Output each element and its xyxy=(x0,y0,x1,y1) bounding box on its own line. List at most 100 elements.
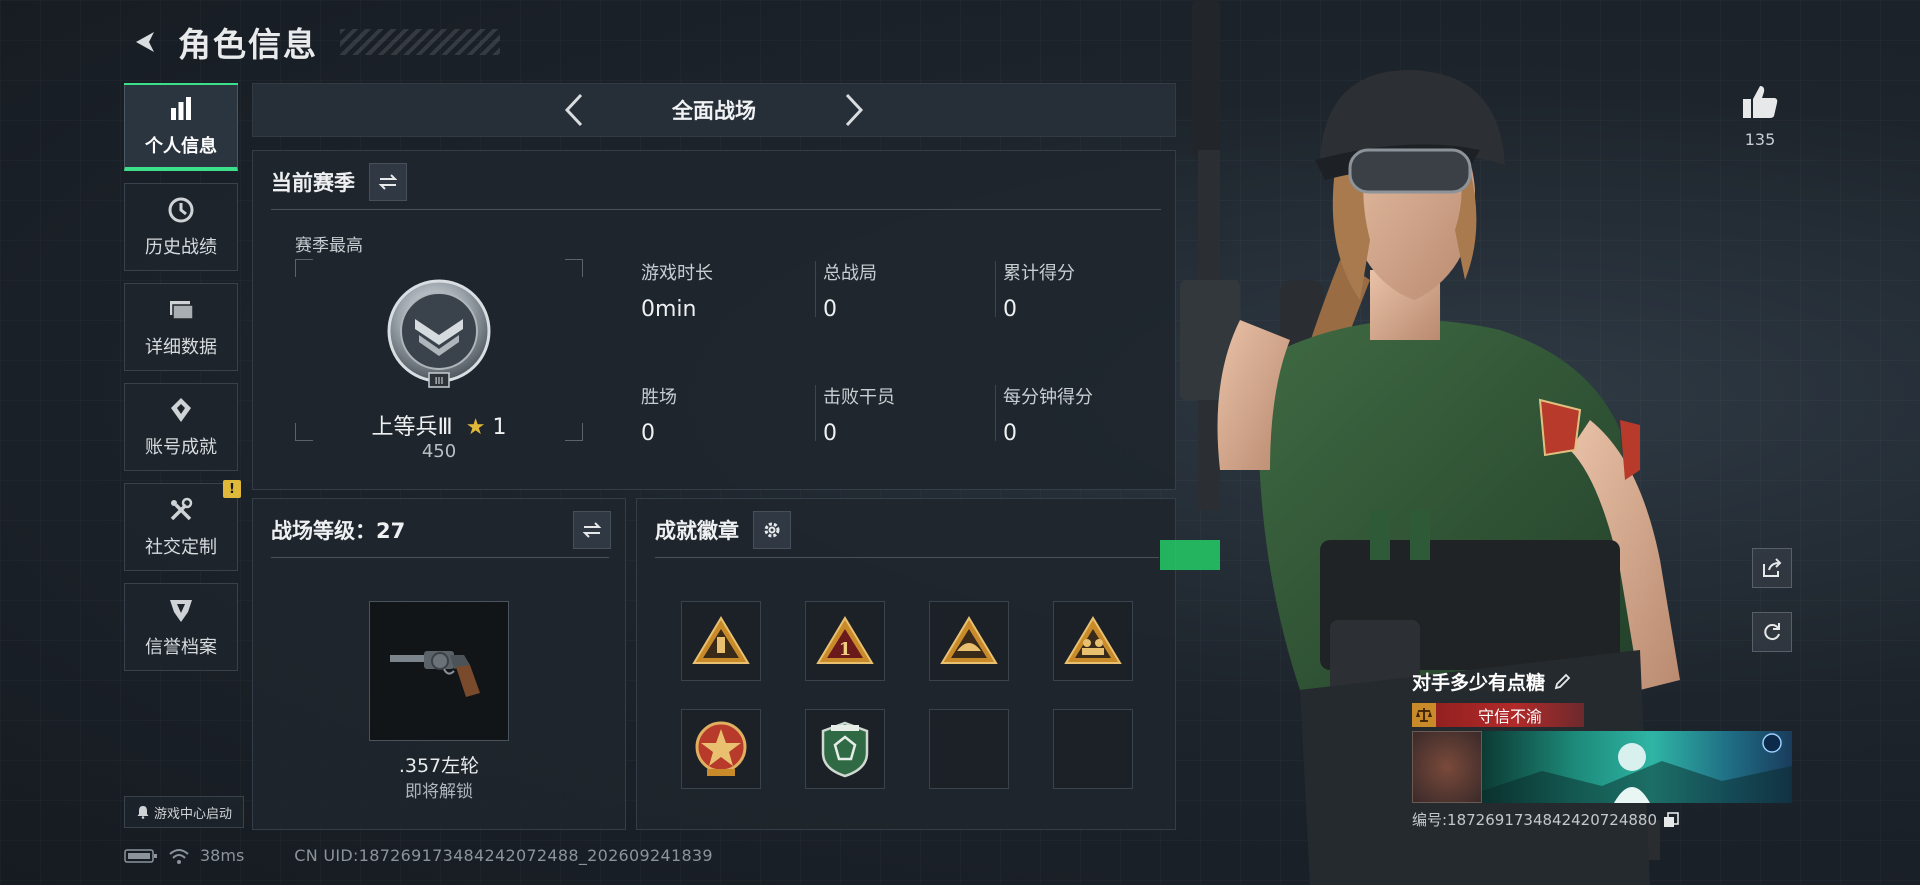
player-title-text: 守信不渝 xyxy=(1477,707,1542,726)
share-button[interactable] xyxy=(1752,548,1792,588)
sidebar-item-credit-record[interactable]: 信誉档案 xyxy=(124,583,238,671)
sidebar-item-label: 信誉档案 xyxy=(145,637,217,658)
frame-corner xyxy=(565,259,583,277)
clock-icon xyxy=(168,197,194,223)
season-panel: 当前赛季 赛季最高 III 上等兵Ⅲ ★ 1 450 游戏时长 0min 总战局… xyxy=(252,150,1176,490)
mode-next-button[interactable] xyxy=(834,90,874,130)
player-banner[interactable] xyxy=(1412,731,1792,803)
achievement-icon xyxy=(171,398,191,422)
stat-separator xyxy=(995,385,996,441)
thumbs-up-icon xyxy=(1743,86,1778,118)
mode-title: 全面战场 xyxy=(672,99,756,123)
player-title-badge[interactable]: 守信不渝 xyxy=(1412,703,1584,727)
stat-total-matches: 总战局 0 xyxy=(823,259,993,322)
season-panel-title: 当前赛季 xyxy=(271,171,355,195)
stat-label: 游戏时长 xyxy=(641,263,713,284)
player-name-row: 对手多少有点糖 xyxy=(1412,668,1792,695)
stat-separator xyxy=(995,261,996,317)
page-title: 角色信息 xyxy=(178,25,318,64)
sidebar-item-achievements[interactable]: 账号成就 xyxy=(124,383,238,471)
player-avatar xyxy=(1412,731,1482,803)
wifi-icon xyxy=(169,848,189,864)
stat-play-time: 游戏时长 0min xyxy=(641,259,811,322)
mode-prev-button[interactable] xyxy=(554,90,594,130)
badge-green-shield-icon xyxy=(821,721,869,778)
weapon-status: 即将解锁 xyxy=(405,782,473,802)
badge-number-one-icon: 1 xyxy=(816,616,874,664)
level-switch-button[interactable] xyxy=(573,511,611,549)
uid-text: CN UID:18726917348424207​2488_2026092418… xyxy=(294,846,713,865)
sidebar-item-personal-info[interactable]: 个人信息 xyxy=(124,83,238,171)
status-bar: 38ms CN UID:18726917348424207​2488_20260… xyxy=(124,846,713,865)
game-center-launch-button[interactable]: 游戏中心启动 xyxy=(124,796,244,828)
stat-separator xyxy=(815,261,816,317)
weapon-unlock-slot[interactable] xyxy=(369,601,509,741)
badge-slot-3[interactable] xyxy=(929,601,1009,681)
sidebar-item-label: 详细数据 xyxy=(145,337,217,358)
swap-icon xyxy=(378,174,398,190)
badge-slot-6[interactable] xyxy=(805,709,885,789)
sidebar-item-history[interactable]: 历史战绩 xyxy=(124,183,238,271)
refresh-icon xyxy=(1764,623,1780,641)
sidebar-item-label: 账号成就 xyxy=(145,437,217,458)
star-icon: ★ xyxy=(465,415,486,440)
frame-corner xyxy=(295,259,313,277)
refresh-button[interactable] xyxy=(1752,612,1792,652)
badge-settings-button[interactable] xyxy=(753,511,791,549)
season-divider xyxy=(271,209,1161,210)
chevron-left-icon xyxy=(564,93,583,127)
mode-selector: 全面战场 xyxy=(252,83,1176,137)
gear-icon xyxy=(764,522,780,538)
level-panel-header: 战场等级：27 xyxy=(271,511,611,549)
rank-emblem-icon: III xyxy=(387,279,491,388)
share-icon xyxy=(1763,558,1782,577)
player-card: 对手多少有点糖 守信不渝 编号:1872691734842420724880 xyxy=(1412,668,1792,830)
like-button[interactable] xyxy=(1736,78,1784,126)
badge-panel-title: 成就徽章 xyxy=(655,519,739,543)
achievement-badge-panel: 成就徽章 1 xyxy=(636,498,1176,830)
player-id-row: 编号:1872691734842420724880 xyxy=(1412,809,1792,830)
sidebar-item-detail-data[interactable]: 详细数据 xyxy=(124,283,238,371)
bar-chart-icon xyxy=(171,96,191,120)
stat-kills: 击败干员 0 xyxy=(823,383,993,446)
svg-text:1: 1 xyxy=(839,639,852,660)
battery-icon xyxy=(124,848,157,863)
copy-icon[interactable] xyxy=(1663,811,1679,828)
back-button[interactable] xyxy=(124,22,164,62)
player-id: 编号:1872691734842420724880 xyxy=(1412,811,1658,829)
badge-slot-2[interactable]: 1 xyxy=(805,601,885,681)
stat-separator xyxy=(815,385,816,441)
stat-wins: 胜场 0 xyxy=(641,383,811,446)
badge-squad-icon xyxy=(1064,616,1122,664)
season-switch-button[interactable] xyxy=(369,163,407,201)
badge-slot-1[interactable] xyxy=(681,601,761,681)
sidebar: 个人信息 历史战绩 详细数据 账号成就 社交定制 ! 信誉档案 xyxy=(124,83,241,683)
ping-value: 38ms xyxy=(200,846,245,865)
back-arrow-icon xyxy=(136,32,154,52)
stat-value: 0 xyxy=(641,421,655,446)
badge-slot-5[interactable] xyxy=(681,709,761,789)
scale-icon xyxy=(1412,703,1436,727)
bell-icon xyxy=(137,806,149,819)
title-decoration xyxy=(340,29,500,55)
stat-label: 总战局 xyxy=(823,263,877,284)
page-header: 角色信息 xyxy=(124,18,500,66)
rank-name: 上等兵Ⅲ xyxy=(371,415,453,440)
swap-icon xyxy=(582,522,602,538)
badge-slot-empty[interactable] xyxy=(929,709,1009,789)
stat-value: 0 xyxy=(823,421,837,446)
level-divider xyxy=(271,557,609,558)
sidebar-item-label: 个人信息 xyxy=(145,135,217,157)
credit-shield-icon xyxy=(170,600,192,622)
sidebar-item-social-custom[interactable]: 社交定制 ! xyxy=(124,480,241,571)
weapon-name: .357左轮 xyxy=(398,755,480,777)
battlefield-level-panel: 战场等级：27 .357左轮 即将解锁 xyxy=(252,498,626,830)
stat-label: 胜场 xyxy=(641,387,677,408)
rank-stars: 1 xyxy=(492,415,507,440)
rank-name-row: 上等兵Ⅲ ★ 1 xyxy=(295,409,583,441)
launch-label: 游戏中心启动 xyxy=(153,806,232,822)
edit-pencil-icon[interactable] xyxy=(1553,673,1571,691)
stat-value: 0min xyxy=(641,297,697,322)
stat-value: 0 xyxy=(823,297,837,322)
badge-flag-icon xyxy=(692,616,750,664)
